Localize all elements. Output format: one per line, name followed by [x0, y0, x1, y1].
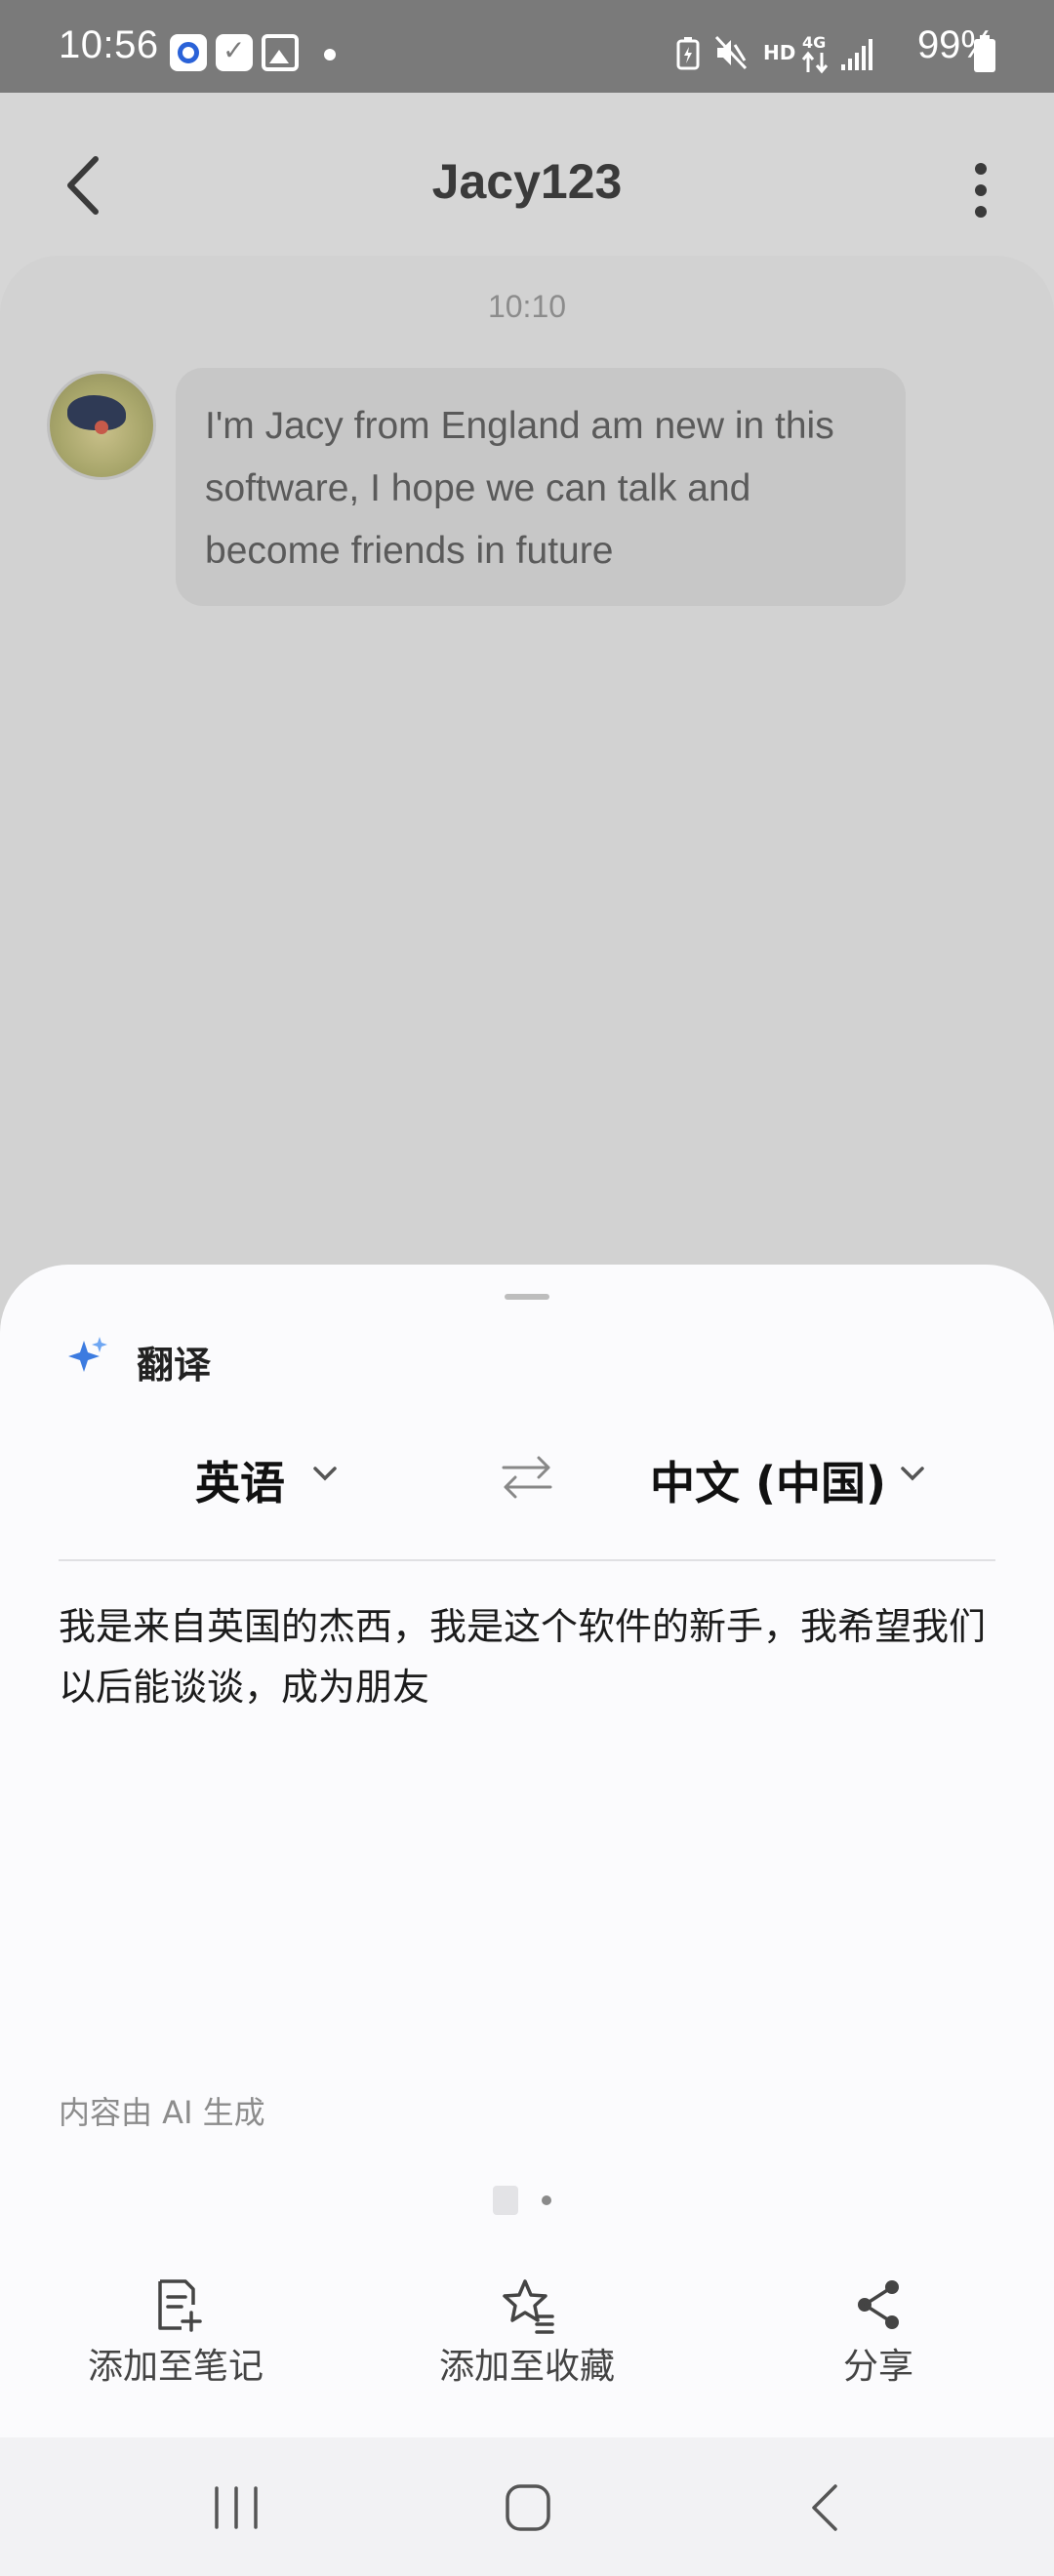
network-type: 4G	[802, 33, 827, 52]
mute-icon	[714, 35, 748, 70]
gallery-notification-icon	[262, 34, 299, 71]
translation-text[interactable]: 我是来自英国的杰西，我是这个软件的新手，我希望我们以后能谈谈，成为朋友	[59, 1596, 1003, 1717]
chat-header: Jacy123	[0, 93, 1054, 259]
home-button[interactable]	[500, 2482, 558, 2533]
translate-sheet: 翻译 英语 中文 (中国) 我是来自英国的杰西，我是这个软件的新手，我希望我们以…	[0, 1265, 1054, 2437]
recent-apps-button[interactable]	[207, 2482, 265, 2533]
sheet-title: 翻译	[137, 1344, 212, 1387]
more-notifications-dot	[324, 49, 336, 60]
more-options-button[interactable]	[966, 161, 995, 220]
target-language-selector[interactable]: 中文 (中国)	[650, 1448, 886, 1512]
chat-area: 10:10 I'm Jacy from England am new in th…	[0, 256, 1054, 1329]
message-timestamp: 10:10	[487, 289, 567, 324]
add-to-notes-label: 添加至笔记	[87, 2347, 264, 2387]
share-label: 分享	[842, 2347, 913, 2387]
chat-title: Jacy123	[431, 154, 623, 209]
task-notification-icon	[216, 34, 253, 71]
signal-icon	[841, 39, 872, 70]
add-to-favorites-button[interactable]: 添加至收藏	[400, 2275, 654, 2389]
share-icon	[858, 2280, 899, 2329]
hd-label: HD	[763, 41, 796, 64]
sheet-drag-handle[interactable]	[505, 1294, 549, 1300]
avatar[interactable]	[47, 371, 156, 480]
battery-icon	[974, 35, 995, 72]
star-list-icon	[503, 2279, 554, 2334]
share-button[interactable]: 分享	[751, 2275, 1005, 2389]
source-language-selector[interactable]: 英语	[195, 1448, 285, 1512]
ai-sparkle-icon	[68, 1337, 107, 1372]
page-indicator-doc-icon	[493, 2186, 518, 2215]
add-to-favorites-label: 添加至收藏	[438, 2347, 615, 2387]
app-notification-icon	[170, 34, 207, 71]
note-add-icon	[158, 2279, 202, 2332]
chevron-down-icon[interactable]	[898, 1464, 927, 1483]
add-to-notes-button[interactable]: 添加至笔记	[49, 2275, 303, 2389]
chevron-down-icon[interactable]	[310, 1464, 340, 1483]
page-indicator-dot	[542, 2195, 551, 2205]
status-time: 10:56	[59, 23, 159, 66]
battery-saver-icon	[676, 37, 700, 70]
divider	[59, 1559, 995, 1561]
back-nav-button[interactable]	[798, 2482, 857, 2533]
status-bar: 10:56 HD 4G 99%	[0, 0, 1054, 93]
message-bubble[interactable]: I'm Jacy from England am new in this sof…	[176, 368, 906, 606]
data-arrows-icon	[801, 51, 829, 74]
page-indicator[interactable]	[493, 2186, 561, 2215]
ai-generated-note: 内容由 AI 生成	[59, 2094, 265, 2131]
system-nav-bar	[0, 2437, 1054, 2576]
swap-languages-button[interactable]	[500, 1454, 554, 1501]
